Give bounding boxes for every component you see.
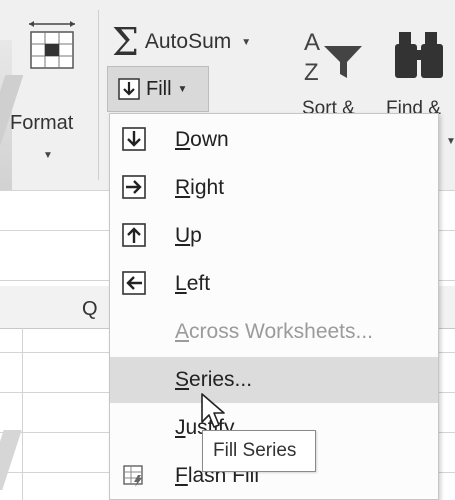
menu-item-right[interactable]: Right [110, 165, 438, 211]
flash-fill-icon [123, 465, 143, 487]
chevron-down-icon: ▼ [446, 136, 455, 147]
svg-text:A: A [304, 29, 320, 56]
format-label: Format [10, 112, 74, 134]
sort-filter-icon[interactable]: A Z [302, 26, 364, 86]
menu-item-across-worksheets: Across Worksheets... [110, 309, 438, 355]
autosum-button[interactable]: Σ AutoSum ▼ [112, 22, 251, 62]
fill-button[interactable]: Fill ▼ [107, 66, 209, 112]
menu-item-series[interactable]: Series... [110, 357, 438, 403]
svg-text:Z: Z [304, 59, 319, 86]
tooltip: Fill Series [202, 430, 316, 472]
autosum-label: AutoSum [144, 30, 232, 53]
fill-down-icon [118, 78, 140, 100]
menu-item-label: Left [175, 272, 211, 295]
arrow-right-icon [122, 175, 146, 199]
chevron-down-icon[interactable]: ▼ [241, 37, 251, 48]
menu-item-label: Across Worksheets... [175, 320, 374, 343]
menu-item-label: Right [175, 176, 225, 199]
format-button[interactable]: Format ▼ [10, 14, 88, 164]
menu-item-down[interactable]: Down [110, 117, 438, 163]
menu-item-label: Up [175, 224, 202, 247]
grid-line [22, 328, 23, 500]
arrow-down-icon [122, 127, 146, 151]
column-header-q[interactable]: Q [82, 298, 98, 321]
arrow-up-icon [122, 223, 146, 247]
menu-item-label: Series... [175, 368, 253, 391]
group-divider [98, 10, 99, 180]
menu-item-left[interactable]: Left [110, 261, 438, 307]
chevron-down-icon: ▼ [177, 83, 188, 95]
fill-label: Fill [146, 77, 172, 100]
mouse-pointer-icon [201, 393, 225, 428]
menu-item-up[interactable]: Up [110, 213, 438, 259]
chevron-down-icon: ▼ [43, 150, 53, 161]
format-cells-icon [29, 21, 75, 69]
binoculars-icon[interactable] [393, 30, 453, 80]
menu-item-label: Down [175, 128, 229, 151]
arrow-left-icon [122, 271, 146, 295]
sigma-icon: Σ [112, 20, 139, 64]
